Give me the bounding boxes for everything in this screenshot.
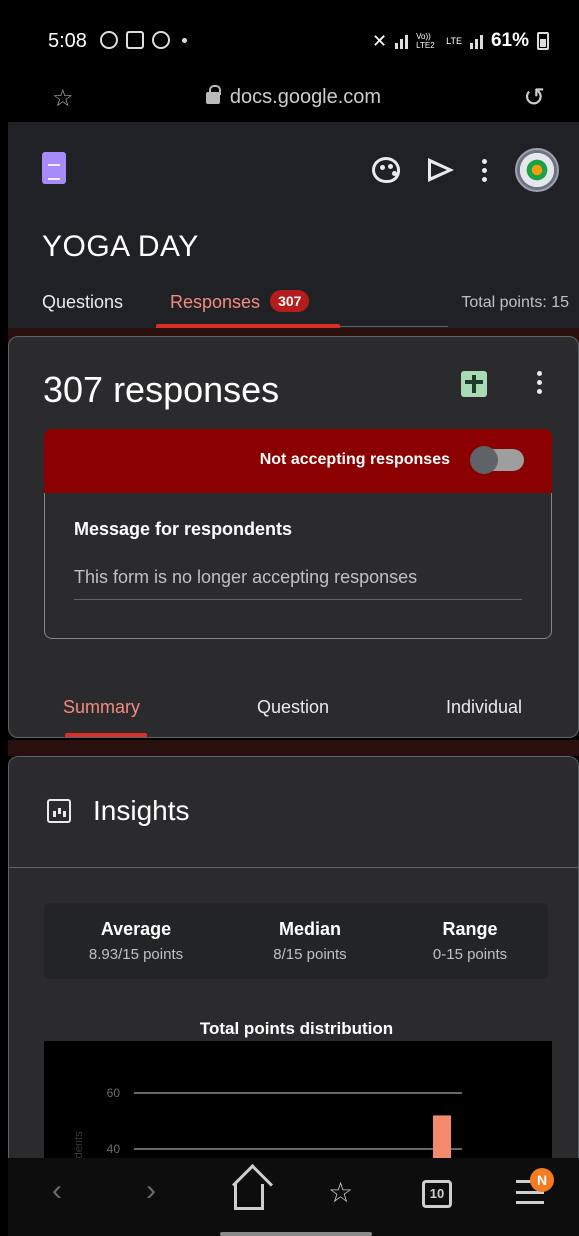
tab-individual[interactable]: Individual [446, 697, 522, 718]
message-field[interactable]: This form is no longer accepting respons… [74, 567, 417, 588]
back-icon[interactable]: ‹ [52, 1174, 62, 1208]
message-underline [74, 599, 522, 600]
chart-title: Total points distribution [199, 1019, 394, 1038]
more-notifications-icon [182, 38, 187, 43]
bookmarks-icon[interactable]: ☆ [328, 1176, 353, 1209]
tab-question[interactable]: Question [257, 697, 329, 718]
responses-more-icon[interactable] [537, 371, 542, 394]
y-tick-label: 40 [107, 1142, 121, 1156]
section-divider-2 [8, 740, 579, 756]
stat-label: Range [442, 919, 498, 939]
notification-badge: N [530, 1168, 554, 1192]
browser-bottom-nav: ‹ › ☆ 10 N [8, 1158, 579, 1236]
responses-count-badge: 307 [270, 290, 310, 312]
tab-questions[interactable]: Questions [42, 292, 123, 313]
reload-icon[interactable]: ↺ [523, 82, 545, 113]
tab-responses[interactable]: Responses 307 [170, 290, 310, 314]
gallery-icon [126, 31, 144, 49]
lock-icon [205, 85, 221, 104]
signal-icon-2 [469, 33, 483, 49]
stat-median: Median 8/15 points [226, 919, 394, 963]
browser-url-bar: ☆ docs.google.com ↺ [8, 70, 579, 122]
insights-divider [9, 867, 579, 868]
stat-value: 8.93/15 points [88, 946, 184, 963]
stat-value: 0-15 points [432, 946, 508, 963]
home-icon[interactable] [234, 1184, 264, 1210]
status-right: ✕ Vo)) LTE2 LTE 61% [372, 30, 549, 52]
tab-divider [340, 326, 448, 327]
palette-icon[interactable] [372, 157, 400, 183]
responses-card: 307 responses Not accepting responses Me… [8, 336, 579, 738]
screen: 5:08 ✕ Vo)) LTE2 LTE 61% ☆ docs.google.c… [8, 8, 579, 1236]
message-label: Message for respondents [74, 519, 293, 539]
y-tick-label: 60 [107, 1086, 121, 1100]
tab-responses-label: Responses [170, 292, 261, 312]
message-box: Message for respondents This form is no … [44, 493, 552, 639]
active-subtab-indicator [65, 733, 147, 737]
form-title: YOGA DAY [42, 230, 199, 263]
stat-average: Average 8.93/15 points [52, 919, 220, 963]
insights-chart-icon [47, 799, 71, 823]
form-tabs: Questions Responses 307 Total points: 15 [8, 288, 579, 328]
status-time: 5:08 [48, 30, 87, 52]
not-accepting-banner: Not accepting responses [44, 429, 552, 493]
forward-icon[interactable]: › [146, 1174, 156, 1208]
whatsapp-icon [100, 31, 118, 49]
form-header: YOGA DAY Questions Responses 307 Total po… [8, 122, 579, 328]
header-actions [372, 148, 559, 192]
sheets-icon[interactable] [461, 371, 487, 397]
tabs-count-icon[interactable]: 10 [422, 1180, 452, 1208]
lte-icon: LTE [446, 36, 462, 46]
mute-icon: ✕ [372, 30, 388, 51]
stat-value: 8/15 points [273, 946, 347, 963]
tab-summary[interactable]: Summary [63, 697, 140, 718]
google-forms-icon[interactable] [42, 152, 66, 184]
response-view-tabs: Summary Question Individual [9, 693, 579, 739]
url-field[interactable]: docs.google.com [8, 85, 579, 109]
responses-count: 307 responses [43, 369, 280, 410]
stat-label: Average [100, 919, 172, 939]
status-bar: 5:08 ✕ Vo)) LTE2 LTE 61% [8, 8, 579, 70]
battery-percent: 61% [490, 30, 529, 51]
stat-label: Median [278, 919, 341, 939]
insights-title: Insights [93, 795, 190, 826]
avatar[interactable] [515, 148, 559, 192]
total-points: Total points: 15 [461, 294, 569, 311]
signal-icon [395, 33, 409, 49]
not-accepting-label: Not accepting responses [259, 451, 450, 468]
home-indicator [220, 1232, 372, 1236]
send-icon[interactable] [428, 158, 454, 182]
accepting-responses-toggle[interactable] [470, 446, 524, 474]
stat-range: Range 0-15 points [386, 919, 554, 963]
circle-app-icon [152, 31, 170, 49]
notification-icons [100, 31, 187, 49]
more-options-icon[interactable] [482, 158, 487, 182]
url-text: docs.google.com [229, 86, 382, 108]
stats-panel: Average 8.93/15 points Median 8/15 point… [44, 903, 548, 979]
battery-icon [537, 32, 549, 50]
volte-icon: Vo)) LTE2 [416, 32, 435, 50]
